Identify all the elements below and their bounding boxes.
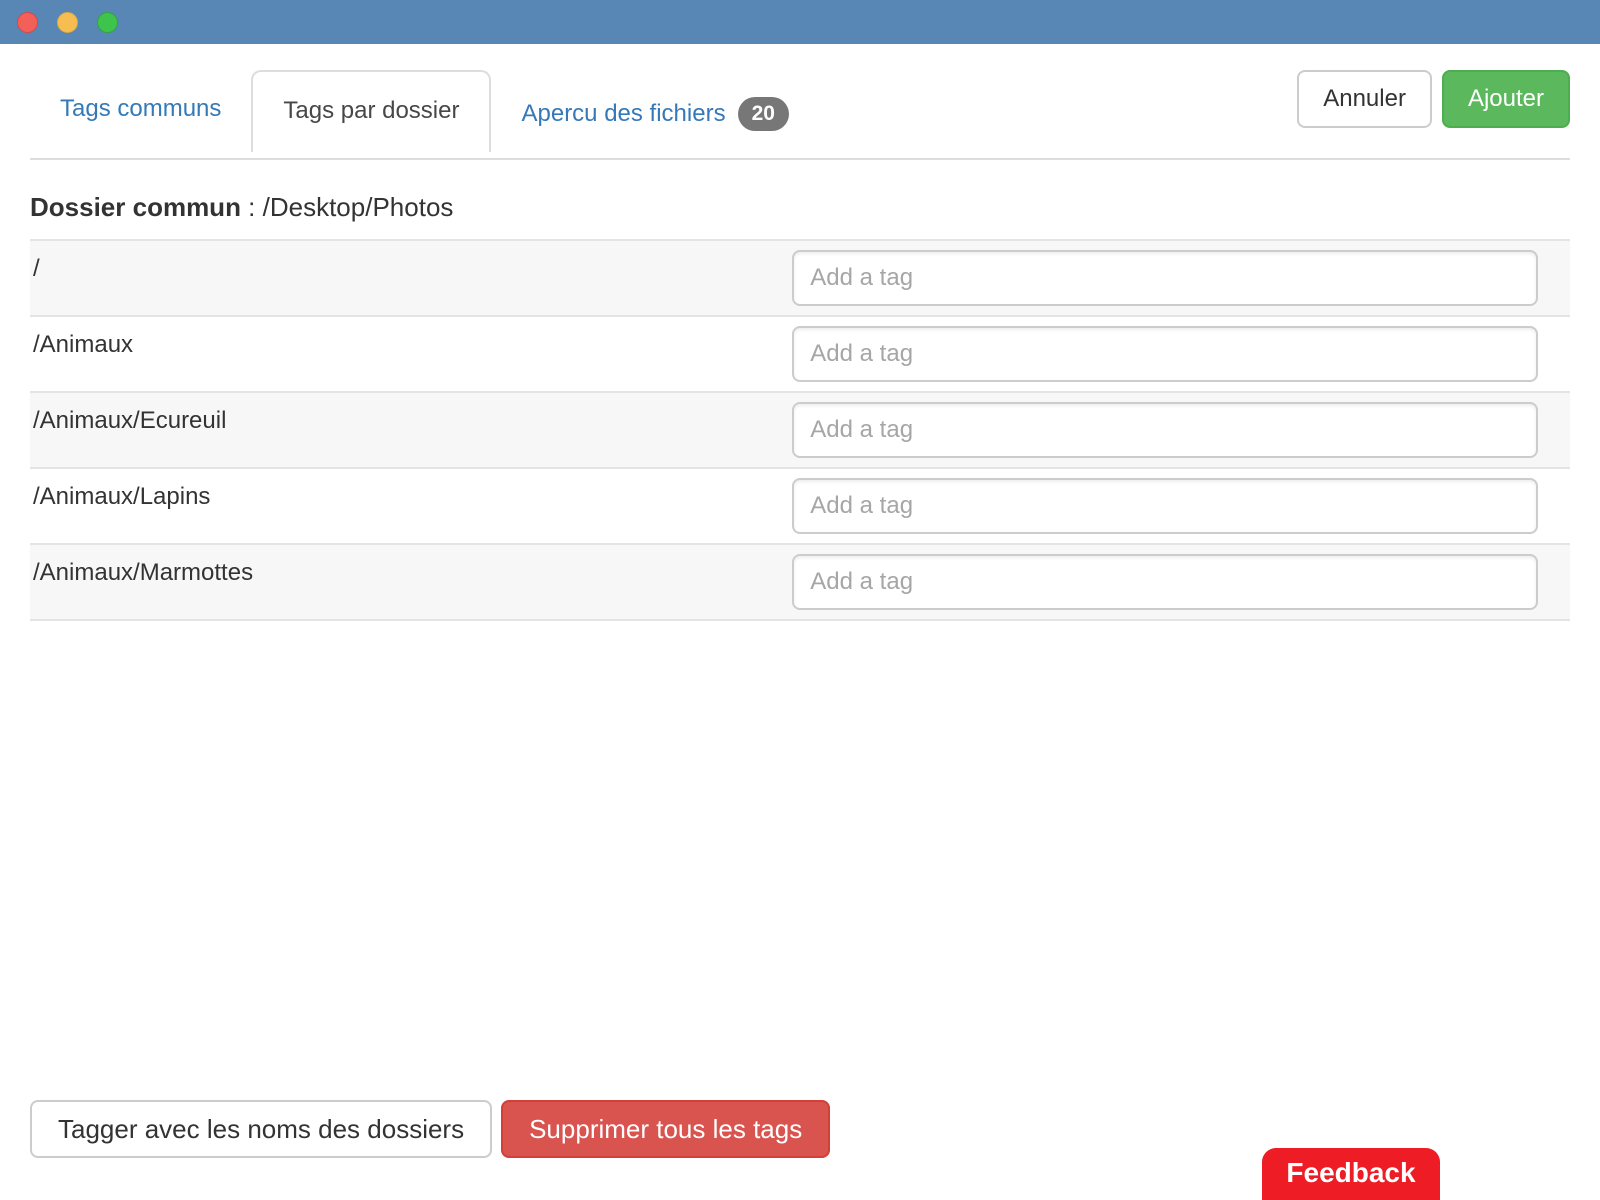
folder-path: /Animaux/Lapins xyxy=(33,483,210,510)
folder-path-cell: /Animaux/Marmottes xyxy=(30,544,792,620)
delete-all-tags-button[interactable]: Supprimer tous les tags xyxy=(501,1100,830,1158)
add-button[interactable]: Ajouter xyxy=(1442,70,1570,128)
folder-path: / xyxy=(33,255,40,282)
folder-path-cell: /Animaux/Lapins xyxy=(30,468,792,544)
zoom-window-button[interactable] xyxy=(97,12,118,33)
tab-apercu-label: Apercu des fichiers xyxy=(521,102,725,126)
folder-row: / xyxy=(30,240,1570,316)
tab-apercu-des-fichiers[interactable]: Apercu des fichiers 20 xyxy=(491,70,818,158)
add-tag-input[interactable] xyxy=(792,478,1538,534)
tab-tags-communs[interactable]: Tags communs xyxy=(30,70,251,148)
folder-tag-cell xyxy=(792,468,1570,544)
folder-tag-cell xyxy=(792,240,1570,316)
folder-row: /Animaux/Lapins xyxy=(30,468,1570,544)
folder-path-cell: /Animaux/Ecureuil xyxy=(30,392,792,468)
tag-with-folder-names-button[interactable]: Tagger avec les noms des dossiers xyxy=(30,1100,492,1158)
folder-path: /Animaux/Ecureuil xyxy=(33,407,226,434)
folder-table-body: / /Animaux /Animaux/Ecureuil xyxy=(30,240,1570,620)
file-count-badge: 20 xyxy=(738,97,789,131)
add-tag-input[interactable] xyxy=(792,554,1538,610)
feedback-button[interactable]: Feedback xyxy=(1262,1148,1440,1200)
tab-list: Tags communs Tags par dossier Apercu des… xyxy=(30,70,819,158)
folder-path-cell: /Animaux xyxy=(30,316,792,392)
titlebar xyxy=(0,0,1600,44)
folder-tag-cell xyxy=(792,544,1570,620)
common-folder-path: /Desktop/Photos xyxy=(263,192,454,222)
folder-tag-cell xyxy=(792,392,1570,468)
minimize-window-button[interactable] xyxy=(57,12,78,33)
cancel-button[interactable]: Annuler xyxy=(1297,70,1432,128)
folder-row: /Animaux/Marmottes xyxy=(30,544,1570,620)
add-tag-input[interactable] xyxy=(792,402,1538,458)
folder-path-cell: / xyxy=(30,240,792,316)
add-tag-input[interactable] xyxy=(792,326,1538,382)
folder-path: /Animaux xyxy=(33,331,133,358)
common-folder-label: Dossier commun xyxy=(30,192,241,222)
tab-bar: Tags communs Tags par dossier Apercu des… xyxy=(30,70,1570,160)
folder-tag-cell xyxy=(792,316,1570,392)
tab-tags-par-dossier[interactable]: Tags par dossier xyxy=(251,70,491,152)
header-actions: Annuler Ajouter xyxy=(1297,70,1570,128)
close-window-button[interactable] xyxy=(17,12,38,33)
common-folder-separator: : xyxy=(241,192,263,222)
folder-path: /Animaux/Marmottes xyxy=(33,559,253,586)
add-tag-input[interactable] xyxy=(792,250,1538,306)
common-folder-line: Dossier commun : /Desktop/Photos xyxy=(30,192,1570,223)
folder-row: /Animaux/Ecureuil xyxy=(30,392,1570,468)
app-window: Tags communs Tags par dossier Apercu des… xyxy=(0,0,1600,1200)
footer-actions: Tagger avec les noms des dossiers Suppri… xyxy=(30,1100,830,1158)
main-content: Tags communs Tags par dossier Apercu des… xyxy=(0,70,1600,621)
folder-row: /Animaux xyxy=(30,316,1570,392)
folder-table: / /Animaux /Animaux/Ecureuil xyxy=(30,239,1570,621)
